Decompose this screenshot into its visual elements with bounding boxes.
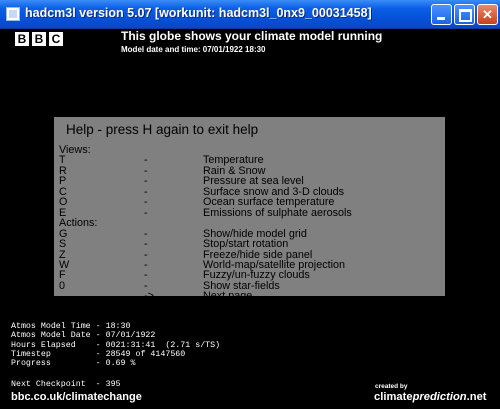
help-view-desc: Emissions of sulphate aerosols xyxy=(203,206,352,219)
help-panel: Help - press H again to exit help Views:… xyxy=(54,117,445,302)
stat-line: Atmos Model Date - 07/01/1922 xyxy=(11,331,156,341)
bbc-climatechange-link[interactable]: bbc.co.uk/climatechange xyxy=(11,391,142,403)
bbc-logo-letter: B xyxy=(32,32,46,46)
help-action-desc: Next page xyxy=(203,290,253,303)
created-by-label: created by xyxy=(375,383,408,390)
help-title: Help - press H again to exit help xyxy=(66,122,259,137)
minimize-button[interactable] xyxy=(431,4,452,25)
model-stats: Atmos Model Time - 18:30 Atmos Model Date… xyxy=(11,322,220,368)
bbc-logo-letter: C xyxy=(49,32,63,46)
globe-viewport[interactable]: B B C This globe shows your climate mode… xyxy=(3,29,497,406)
app-window: hadcm3l version 5.07 [workunit: hadcm3l_… xyxy=(0,0,500,409)
help-action-key: 0 xyxy=(59,279,66,292)
bbc-logo: B B C xyxy=(15,32,63,46)
stat-line: Hours Elapsed - 0021:31:41 (2.71 s/TS) xyxy=(11,340,221,350)
app-icon xyxy=(6,7,20,21)
cp-suffix: .net xyxy=(466,391,487,403)
model-date-time: Model date and time: 07/01/1922 18:30 xyxy=(121,45,266,54)
help-action-sep: -> xyxy=(144,290,154,303)
stat-line: Progress - 0.69 % xyxy=(11,359,136,369)
bbc-logo-letter: B xyxy=(15,32,29,46)
headline: This globe shows your climate model runn… xyxy=(121,29,383,43)
window-title: hadcm3l version 5.07 [workunit: hadcm3l_… xyxy=(25,6,372,20)
stat-line: Atmos Model Time - 18:30 xyxy=(11,322,131,331)
close-button[interactable]: ✕ xyxy=(477,4,498,25)
title-bar[interactable]: hadcm3l version 5.07 [workunit: hadcm3l_… xyxy=(0,0,500,29)
climateprediction-logo: climateprediction.net xyxy=(374,391,487,403)
maximize-button[interactable] xyxy=(454,4,475,25)
maximize-icon xyxy=(459,9,472,22)
next-checkpoint: Next Checkpoint - 395 xyxy=(11,380,121,389)
stat-line: Timestep - 28549 of 4147560 xyxy=(11,349,186,359)
cp-prefix: climate xyxy=(374,391,413,403)
help-view-sep: - xyxy=(144,206,148,219)
minimize-icon xyxy=(437,17,445,20)
cp-italic: prediction xyxy=(412,391,467,403)
